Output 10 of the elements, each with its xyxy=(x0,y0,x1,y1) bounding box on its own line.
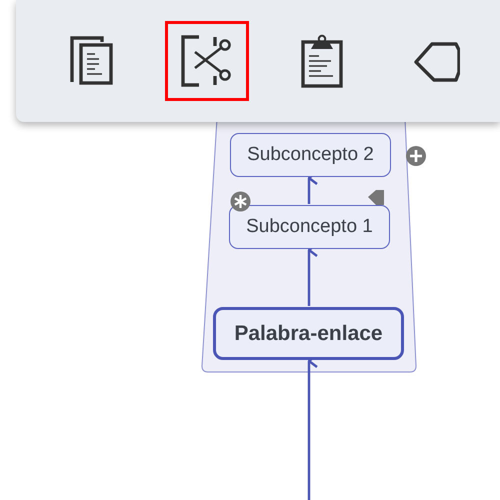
clipboard-icon xyxy=(301,34,343,88)
add-icon[interactable] xyxy=(405,145,427,167)
linking-phrase-node[interactable]: Palabra-enlace xyxy=(213,307,404,360)
hexagon-shape-icon xyxy=(414,40,460,82)
concept-node[interactable]: Subconcepto 1 xyxy=(229,205,390,249)
asterisk-icon[interactable] xyxy=(230,191,251,212)
cut-button[interactable] xyxy=(165,21,249,101)
concept-node[interactable]: Subconcepto 2 xyxy=(230,133,391,177)
scissors-icon xyxy=(181,35,233,87)
copy-icon xyxy=(70,36,114,86)
